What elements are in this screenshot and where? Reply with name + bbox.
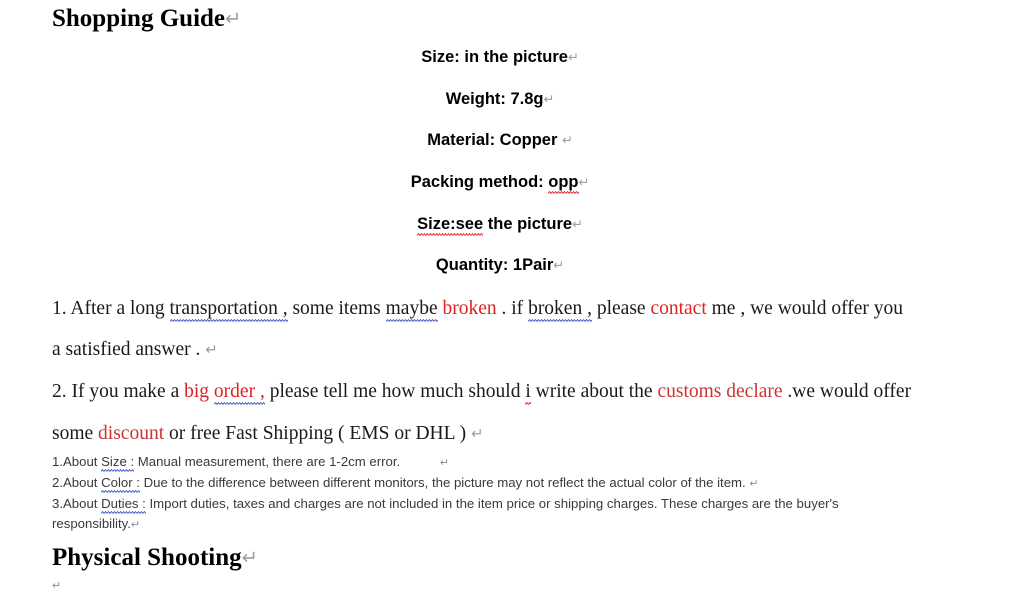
heading-physical-shooting-text: Physical Shooting <box>52 544 242 571</box>
highlight-discount: discount <box>98 423 165 444</box>
spec-line-weight-text: Weight: 7.8g <box>445 90 544 108</box>
return-mark-icon: ↵ <box>225 8 242 31</box>
spec-line-weight: Weight: 7.8g↵ <box>0 89 1000 109</box>
empty-paragraph-mark: ↵ <box>52 576 61 594</box>
return-mark-icon: ↵ <box>749 478 759 490</box>
paragraph-1-line-1: 1. After a long transportation , some it… <box>52 297 903 322</box>
grammar-error-duties: Duties : <box>101 496 146 514</box>
return-mark-icon: ↵ <box>205 341 218 359</box>
note-about-duties: 3.About Duties : Import duties, taxes an… <box>52 494 930 535</box>
spec-line-size-see: Size:see the picture↵ <box>0 214 1000 236</box>
note-about-color: 2.About Color : Due to the difference be… <box>52 473 759 494</box>
spec-line-quantity-text: Quantity: 1Pair <box>435 256 554 274</box>
grammar-error-maybe: maybe <box>385 298 438 322</box>
text-segment: write about the <box>530 381 658 402</box>
text-segment: or free Fast Shipping ( EMS or DHL ) <box>164 423 472 444</box>
text-segment: please <box>591 298 651 319</box>
paragraph-2-line-1: 2. If you make a big order , please tell… <box>52 380 912 405</box>
spec-line-size-text: Size: in the picture <box>421 48 568 66</box>
text-segment: Import duties, taxes and charges are not… <box>52 496 839 531</box>
return-mark-icon: ↵ <box>578 174 590 190</box>
text-segment: 2. If you make a <box>52 381 185 402</box>
spec-line-packing-method: Packing method: opp↵ <box>0 172 1000 194</box>
highlight-contact: contact <box>650 298 707 319</box>
spec-line-size-see-suffix: the picture <box>483 215 573 233</box>
return-mark-icon: ↵ <box>562 132 573 148</box>
return-mark-icon: ↵ <box>471 425 484 443</box>
return-mark-icon: ↵ <box>439 457 450 469</box>
highlight-customs-declare: customs declare <box>657 381 783 402</box>
grammar-error-color: Color : <box>101 475 140 493</box>
spell-error-size-see: Size:see <box>417 215 484 236</box>
paragraph-2-line-2: some discount or free Fast Shipping ( EM… <box>52 422 484 445</box>
return-mark-icon: ↵ <box>130 519 141 531</box>
note-about-size: 1.About Size : Manual measurement, there… <box>52 452 449 473</box>
text-segment: . if <box>496 298 529 319</box>
spec-line-quantity: Quantity: 1Pair↵ <box>0 255 1000 275</box>
grammar-error-size: Size : <box>101 454 135 472</box>
text-segment: .we would offer <box>782 381 912 402</box>
text-segment: please tell me how much should <box>264 381 526 402</box>
text-segment: some items <box>287 298 386 319</box>
text-segment: a satisfied answer . <box>52 339 201 360</box>
text-segment: 2.About <box>52 475 102 490</box>
grammar-error-transportation: transportation , <box>169 298 288 322</box>
text-segment: 1. After a long <box>52 298 170 319</box>
highlight-broken: broken <box>442 298 497 319</box>
heading-shopping-guide: Shopping Guide↵ <box>52 4 241 34</box>
return-mark-icon: ↵ <box>553 257 565 273</box>
return-mark-icon: ↵ <box>572 216 583 232</box>
spec-line-size: Size: in the picture↵ <box>0 47 1000 67</box>
paragraph-1-line-2: a satisfied answer . ↵ <box>52 338 218 361</box>
spec-line-material-text: Material: Copper <box>427 131 562 149</box>
heading-shopping-guide-text: Shopping Guide <box>52 5 226 32</box>
return-mark-icon: ↵ <box>241 547 258 570</box>
text-segment: Due to the difference between different … <box>139 475 750 490</box>
text-segment: me , we would offer you <box>706 298 903 319</box>
heading-physical-shooting: Physical Shooting↵ <box>52 543 258 573</box>
spell-error-opp: opp <box>548 173 579 194</box>
return-mark-icon: ↵ <box>52 580 62 592</box>
spec-line-packing-prefix: Packing method: <box>410 173 549 191</box>
document-page: Shopping Guide↵ Size: in the picture↵ We… <box>0 0 1015 592</box>
grammar-error-broken: broken , <box>528 298 592 322</box>
text-segment: some <box>52 423 99 444</box>
highlight-big: big <box>184 381 214 402</box>
text-segment: Manual measurement, there are 1-2cm erro… <box>134 454 401 469</box>
spec-line-material: Material: Copper ↵ <box>0 130 1000 150</box>
text-segment: 3.About <box>52 496 102 511</box>
text-segment: 1.About <box>52 454 102 469</box>
return-mark-icon: ↵ <box>567 49 579 65</box>
grammar-error-order: order , <box>213 381 265 405</box>
return-mark-icon: ↵ <box>543 91 555 107</box>
